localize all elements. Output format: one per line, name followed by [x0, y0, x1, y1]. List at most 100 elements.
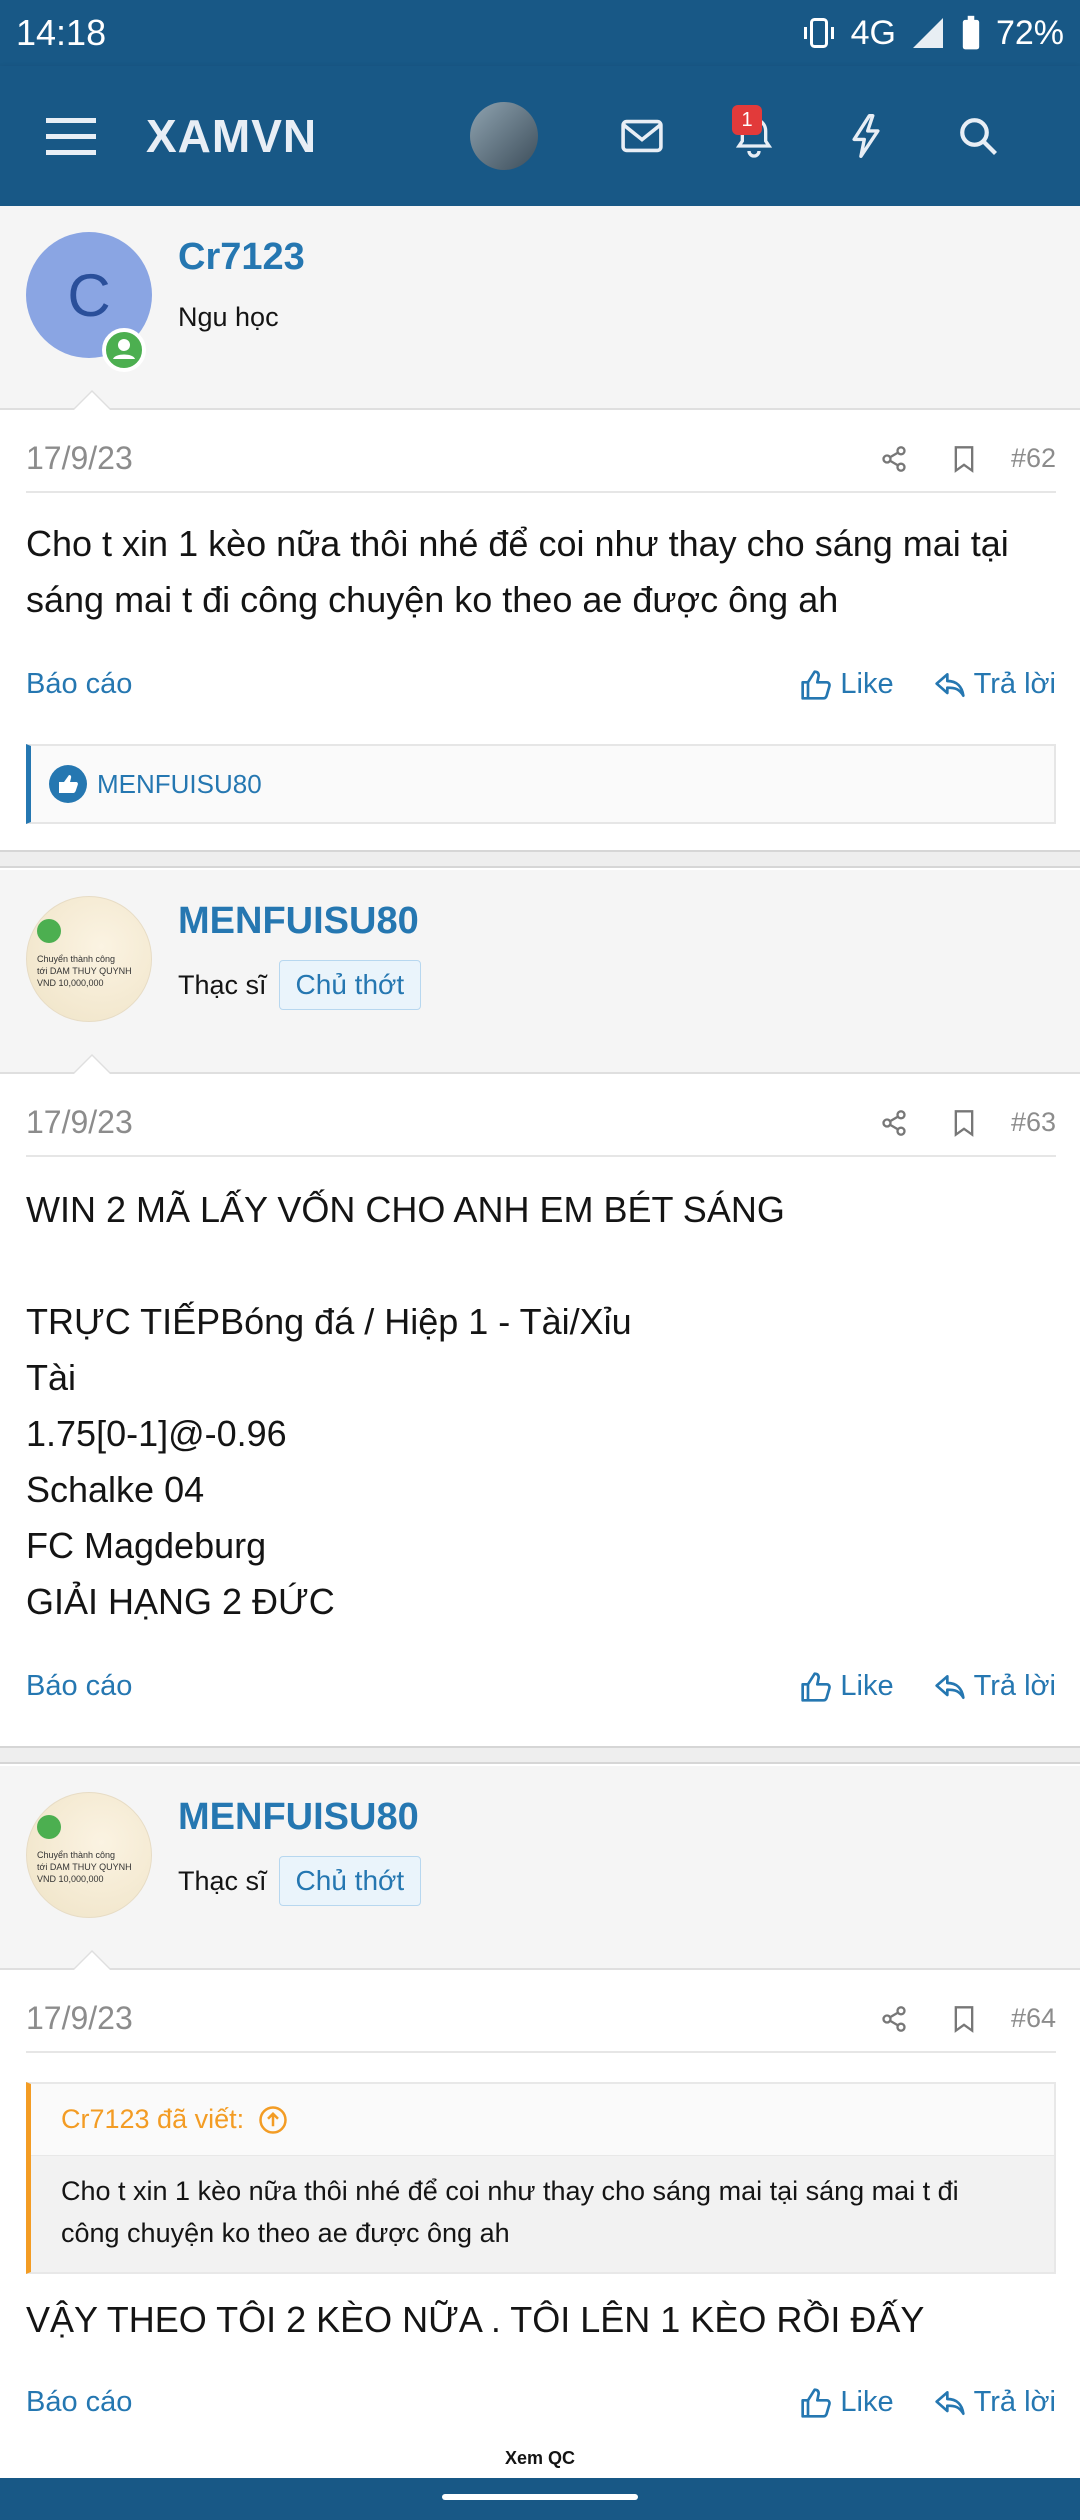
quote-header[interactable]: Cr7123 đã viết: — [31, 2084, 1054, 2156]
like-label: Like — [840, 2386, 894, 2418]
report-link[interactable]: Báo cáo — [26, 2386, 760, 2419]
user-title-text: Thạc sĩ — [178, 969, 267, 1000]
like-button[interactable]: Like — [800, 668, 894, 701]
verified-icon — [37, 1815, 61, 1839]
menu-icon[interactable] — [46, 114, 96, 158]
avatar-caption-2: tới DAM THUY QUYNH — [37, 966, 132, 976]
network-type: 4G — [850, 13, 896, 52]
user-title-text: Thạc sĩ — [178, 1865, 267, 1896]
post-date[interactable]: 17/9/23 — [26, 1104, 859, 1141]
avatar-letter: C — [67, 261, 111, 329]
post-body: VẬY THEO TÔI 2 KÈO NỮA . TÔI LÊN 1 KÈO R… — [26, 2299, 925, 2340]
user-title: Thạc sĩ Chủ thớt — [178, 960, 422, 1010]
alerts-button[interactable]: 1 — [698, 101, 810, 171]
header-pointer — [72, 390, 112, 410]
go-to-quote-icon[interactable] — [258, 2105, 288, 2135]
post-date[interactable]: 17/9/23 — [26, 2000, 859, 2037]
battery-level: 72% — [995, 13, 1064, 52]
reaction-users[interactable]: MENFUISU80 — [97, 769, 262, 800]
post-date[interactable]: 17/9/23 — [26, 440, 859, 477]
user-avatar[interactable] — [470, 102, 538, 170]
reactions-bar[interactable]: MENFUISU80 — [26, 744, 1056, 824]
battery-icon — [962, 15, 980, 50]
share-button[interactable] — [859, 2005, 929, 2033]
post-meta: 17/9/23 #62 — [26, 440, 1056, 493]
avatar-caption-3: VND 10,000,000 — [37, 978, 104, 988]
username[interactable]: MENFUISU80 — [178, 900, 419, 943]
post-number[interactable]: #64 — [1011, 2003, 1056, 2034]
user-title-text: Ngu học — [178, 302, 279, 332]
bookmark-icon — [954, 1109, 974, 1137]
username[interactable]: Cr7123 — [178, 236, 305, 279]
system-nav-bar — [0, 2478, 1080, 2520]
post-separator — [0, 850, 1080, 868]
quote-block: Cr7123 đã viết: Cho t xin 1 kèo nữa thôi… — [26, 2082, 1056, 2274]
reply-icon — [934, 1674, 965, 1699]
post-meta: 17/9/23 #64 — [26, 2000, 1056, 2053]
bookmark-button[interactable] — [929, 2005, 999, 2033]
quote-author[interactable]: Cr7123 đã viết: — [61, 2104, 244, 2135]
bookmark-icon — [954, 445, 974, 473]
post-actions: Báo cáo Like Trả lời — [26, 2386, 1056, 2419]
like-button[interactable]: Like — [800, 2386, 894, 2419]
avatar[interactable]: Chuyển thành công tới DAM THUY QUYNH VND… — [26, 1792, 152, 1918]
whats-new-button[interactable] — [810, 101, 922, 171]
report-link[interactable]: Báo cáo — [26, 1670, 760, 1703]
like-button[interactable]: Like — [800, 1670, 894, 1703]
thread-starter-badge: Chủ thớt — [278, 1856, 422, 1906]
like-label: Like — [840, 668, 894, 700]
thread-starter-badge: Chủ thớt — [278, 960, 422, 1010]
share-icon — [882, 445, 906, 472]
bookmark-button[interactable] — [929, 445, 999, 473]
like-label: Like — [840, 1670, 894, 1702]
signal-icon — [912, 18, 943, 48]
avatar-caption-1: Chuyển thành công — [37, 954, 116, 964]
post-meta: 17/9/23 #63 — [26, 1104, 1056, 1157]
bookmark-button[interactable] — [929, 1109, 999, 1137]
thumbs-up-icon — [801, 669, 832, 700]
reply-icon — [934, 672, 965, 697]
vibrate-icon — [803, 18, 834, 48]
user-title: Thạc sĩ Chủ thớt — [178, 1856, 422, 1906]
header-pointer — [72, 1950, 112, 1970]
search-icon — [960, 118, 997, 155]
avatar[interactable]: Chuyển thành công tới DAM THUY QUYNH VND… — [26, 896, 152, 1022]
reply-label: Trả lời — [973, 1670, 1056, 1702]
app-bar-actions: 1 — [470, 101, 1034, 171]
reply-button[interactable]: Trả lời — [934, 2386, 1056, 2419]
username[interactable]: MENFUISU80 — [178, 1796, 419, 1839]
post-header: C Cr7123 Ngu học — [0, 206, 1080, 410]
header-pointer — [72, 1054, 112, 1074]
like-reaction-icon — [49, 765, 87, 803]
app-bar: XAMVN 1 — [0, 66, 1080, 206]
home-gesture-handle[interactable] — [442, 2494, 638, 2500]
post-body: Cho t xin 1 kèo nữa thôi nhé để coi như … — [26, 523, 1009, 620]
share-icon — [882, 2005, 906, 2032]
reply-button[interactable]: Trả lời — [934, 668, 1056, 701]
post-header: Chuyển thành công tới DAM THUY QUYNH VND… — [0, 1766, 1080, 1970]
online-status-icon — [102, 328, 146, 372]
post-header: Chuyển thành công tới DAM THUY QUYNH VND… — [0, 870, 1080, 1074]
status-right: 4G 72% — [801, 14, 1064, 53]
post-number[interactable]: #63 — [1011, 1107, 1056, 1138]
reply-button[interactable]: Trả lời — [934, 1670, 1056, 1703]
mail-icon — [621, 119, 663, 153]
post-actions: Báo cáo Like Trả lời — [26, 668, 1056, 701]
share-button[interactable] — [859, 1109, 929, 1137]
reply-icon — [934, 2390, 965, 2415]
app-title[interactable]: XAMVN — [146, 109, 317, 163]
avatar-caption-3: VND 10,000,000 — [37, 1874, 104, 1884]
share-button[interactable] — [859, 445, 929, 473]
search-button[interactable] — [922, 101, 1034, 171]
bolt-icon — [852, 114, 880, 158]
bookmark-icon — [954, 2005, 974, 2033]
quote-text: Cho t xin 1 kèo nữa thôi nhé để coi như … — [31, 2156, 1054, 2272]
ad-label[interactable]: Xem QC — [490, 2438, 590, 2478]
report-link[interactable]: Báo cáo — [26, 668, 760, 701]
reply-label: Trả lời — [973, 2386, 1056, 2418]
post-separator — [0, 1746, 1080, 1764]
status-bar: 14:18 4G 72% — [0, 0, 1080, 66]
post-number[interactable]: #62 — [1011, 443, 1056, 474]
share-icon — [882, 1109, 906, 1136]
inbox-button[interactable] — [586, 101, 698, 171]
